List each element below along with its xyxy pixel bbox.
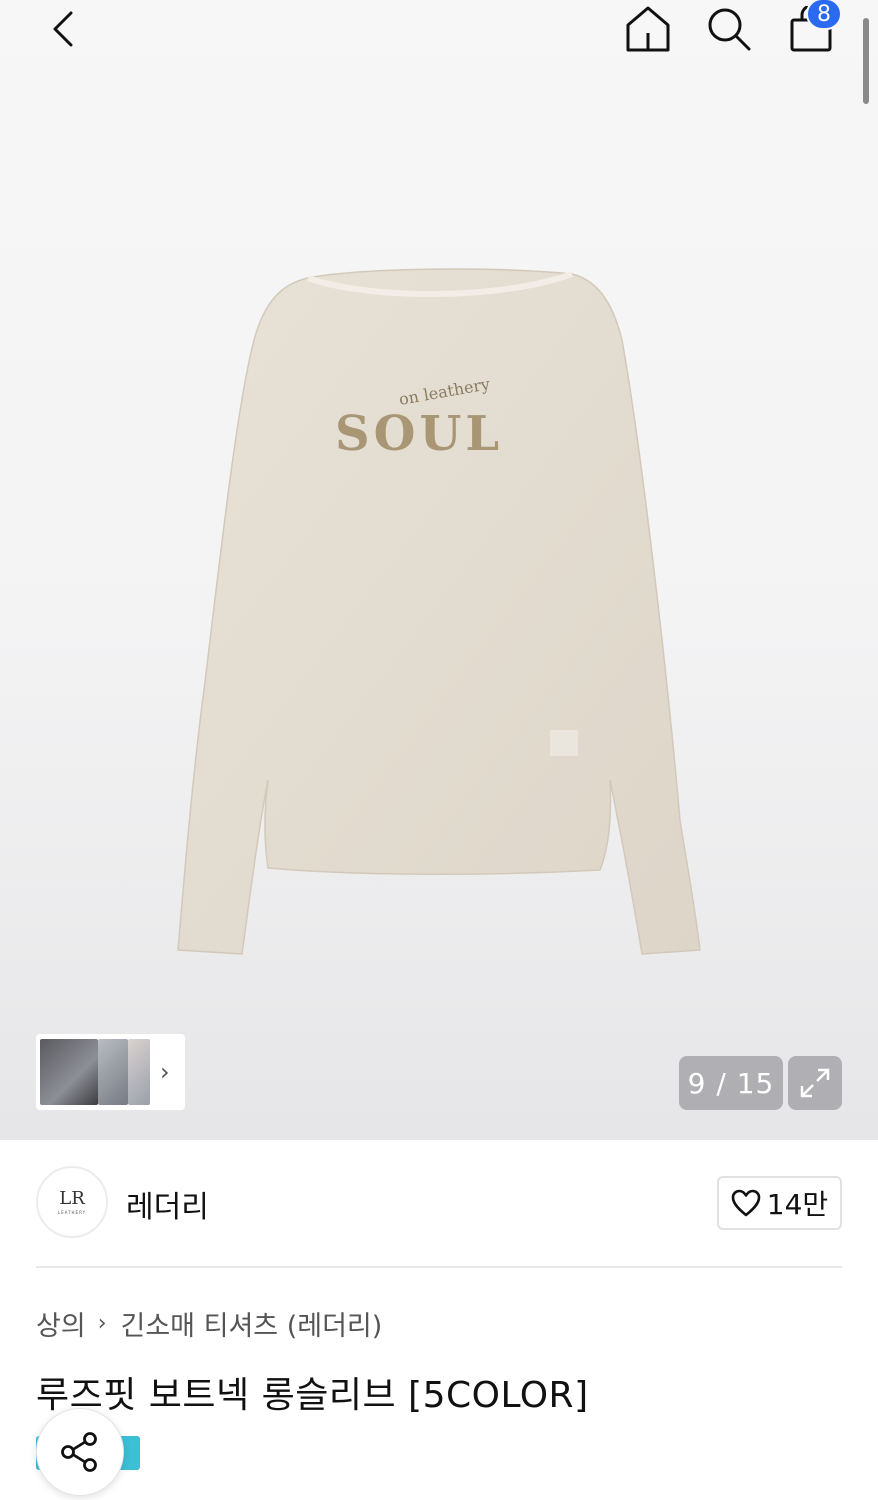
shirt-print-large: SOUL bbox=[335, 406, 503, 462]
breadcrumb: 상의 › 긴소매 티셔츠 (레더리) bbox=[36, 1304, 382, 1343]
brand-logo-monogram: LR bbox=[59, 1187, 85, 1209]
divider bbox=[36, 1266, 842, 1268]
thumbnail-image[interactable] bbox=[128, 1039, 150, 1105]
expand-button[interactable] bbox=[788, 1056, 842, 1110]
search-icon bbox=[708, 8, 751, 51]
breadcrumb-item-subcategory[interactable]: 긴소매 티셔츠 (레더리) bbox=[121, 1304, 383, 1343]
brand-row: LR LEATHERY 레더리 14만 bbox=[36, 1166, 842, 1238]
related-photos-thumbnails[interactable]: › bbox=[36, 1034, 185, 1110]
brand-name[interactable]: 레더리 bbox=[126, 1182, 209, 1226]
share-icon bbox=[61, 1432, 97, 1472]
home-icon bbox=[626, 6, 670, 52]
thumbnail-image[interactable] bbox=[98, 1039, 128, 1105]
brand-logo-text: LEATHERY bbox=[57, 1209, 87, 1215]
product-photo: on leathery SOUL bbox=[177, 268, 701, 955]
page-scrollbar[interactable] bbox=[863, 18, 869, 104]
back-button[interactable] bbox=[40, 6, 86, 52]
image-counter: 9 / 15 bbox=[679, 1056, 783, 1110]
like-count: 14만 bbox=[766, 1188, 829, 1221]
chevron-left-icon bbox=[53, 11, 73, 47]
expand-icon bbox=[800, 1068, 830, 1098]
thumbnail-image[interactable] bbox=[40, 1039, 98, 1105]
share-button[interactable] bbox=[36, 1408, 124, 1496]
chevron-right-icon[interactable]: › bbox=[160, 1058, 170, 1086]
product-title: 루즈핏 보트넥 롱슬리브 [5COLOR] bbox=[36, 1375, 589, 1416]
like-button[interactable]: 14만 bbox=[717, 1176, 842, 1230]
product-image-gallery[interactable]: 8 on leathery SOUL › 9 / 15 bbox=[0, 0, 878, 1140]
breadcrumb-item-category[interactable]: 상의 bbox=[36, 1304, 86, 1343]
search-button[interactable] bbox=[703, 4, 755, 54]
home-button[interactable] bbox=[622, 4, 674, 54]
brand-logo[interactable]: LR LEATHERY bbox=[36, 1166, 108, 1238]
top-navigation-bar: 8 bbox=[0, 0, 878, 60]
heart-icon bbox=[731, 1189, 761, 1217]
cart-count-badge: 8 bbox=[806, 0, 842, 30]
chevron-right-icon: › bbox=[97, 1311, 107, 1336]
